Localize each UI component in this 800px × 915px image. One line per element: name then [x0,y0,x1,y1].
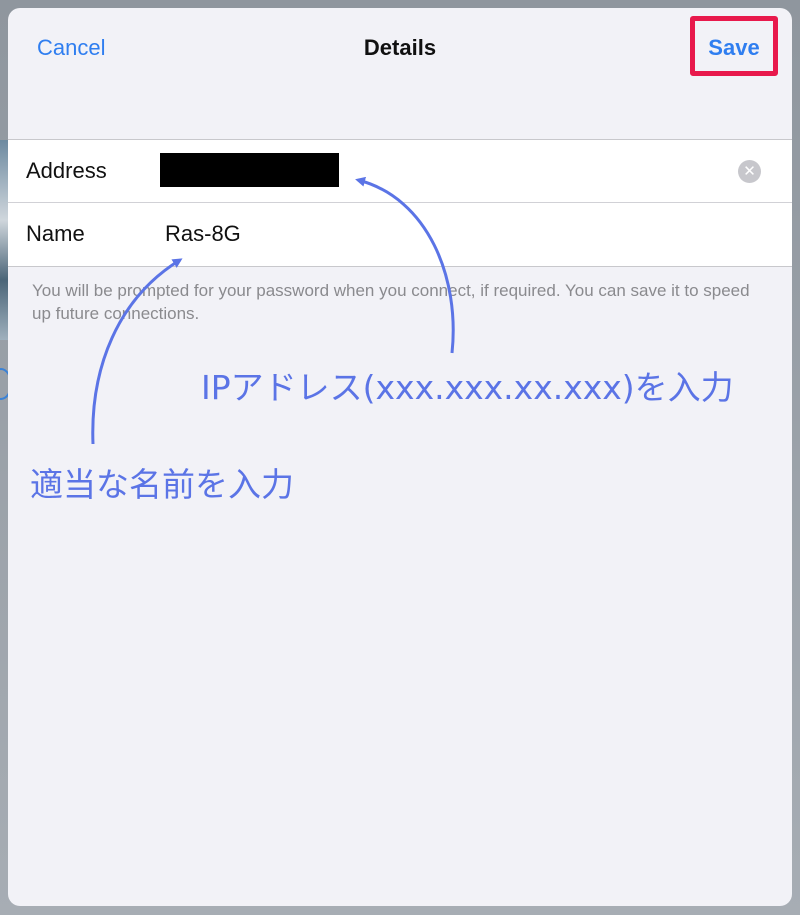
ip-address-annotation: IPアドレス(xxx.xxx.xx.xxx)を入力 [201,368,734,407]
address-label: Address [26,158,107,183]
save-button-highlight[interactable]: Save [690,16,778,76]
save-button[interactable]: Save [695,35,773,61]
name-annotation: 適当な名前を入力 [30,465,294,504]
clear-circle-icon[interactable]: ✕ [738,160,761,183]
address-row[interactable]: Address ✕ [8,140,792,203]
footer-note: You will be prompted for your password w… [32,281,750,323]
details-sheet: Cancel Details Save Address ✕ Name Ras-8… [8,8,792,906]
address-field-redacted[interactable] [160,153,339,187]
navigation-bar: Cancel Details Save [8,8,792,88]
server-details-form: Address ✕ Name Ras-8G [8,139,792,267]
name-label: Name [26,221,85,246]
background-thumbnail [0,140,8,340]
name-field[interactable]: Ras-8G [165,221,241,247]
name-row[interactable]: Name Ras-8G [8,203,792,266]
page-title: Details [363,35,437,60]
